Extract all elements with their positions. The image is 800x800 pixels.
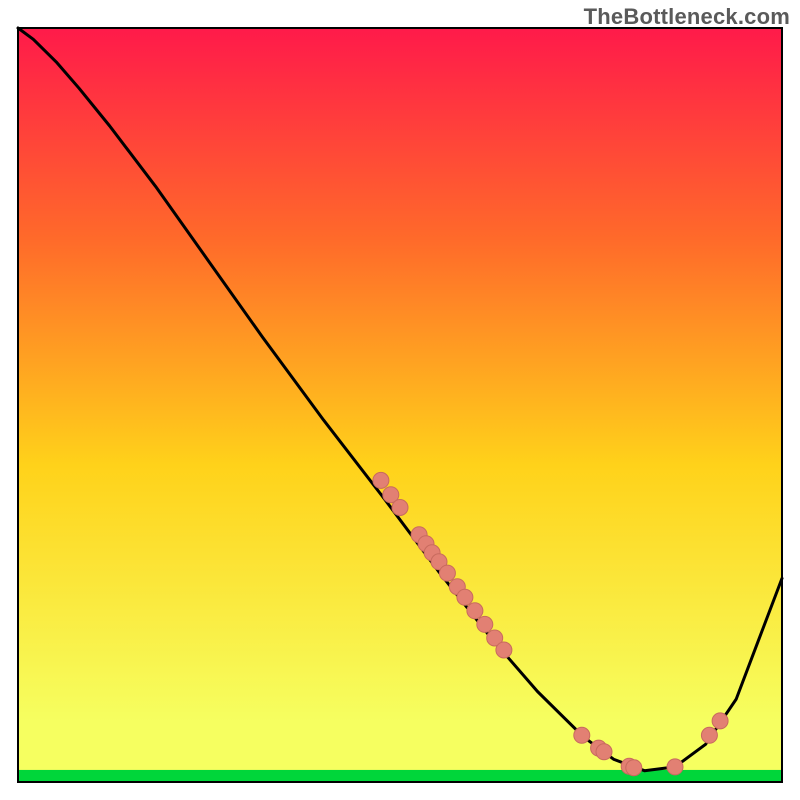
data-dot	[439, 565, 455, 581]
green-bottom-band	[18, 770, 782, 782]
data-dot	[667, 759, 683, 775]
watermark-text: TheBottleneck.com	[584, 4, 790, 30]
bottleneck-curve-plot	[0, 0, 800, 800]
data-dot	[712, 713, 728, 729]
gradient-background	[18, 28, 782, 782]
data-dot	[701, 727, 717, 743]
chart-stage: TheBottleneck.com	[0, 0, 800, 800]
data-dot	[496, 642, 512, 658]
data-dot	[574, 727, 590, 743]
data-dot	[467, 603, 483, 619]
data-dot	[457, 589, 473, 605]
data-dot	[626, 760, 642, 776]
data-dot	[392, 500, 408, 516]
data-dot	[373, 472, 389, 488]
data-dot	[596, 744, 612, 760]
data-dot	[477, 616, 493, 632]
